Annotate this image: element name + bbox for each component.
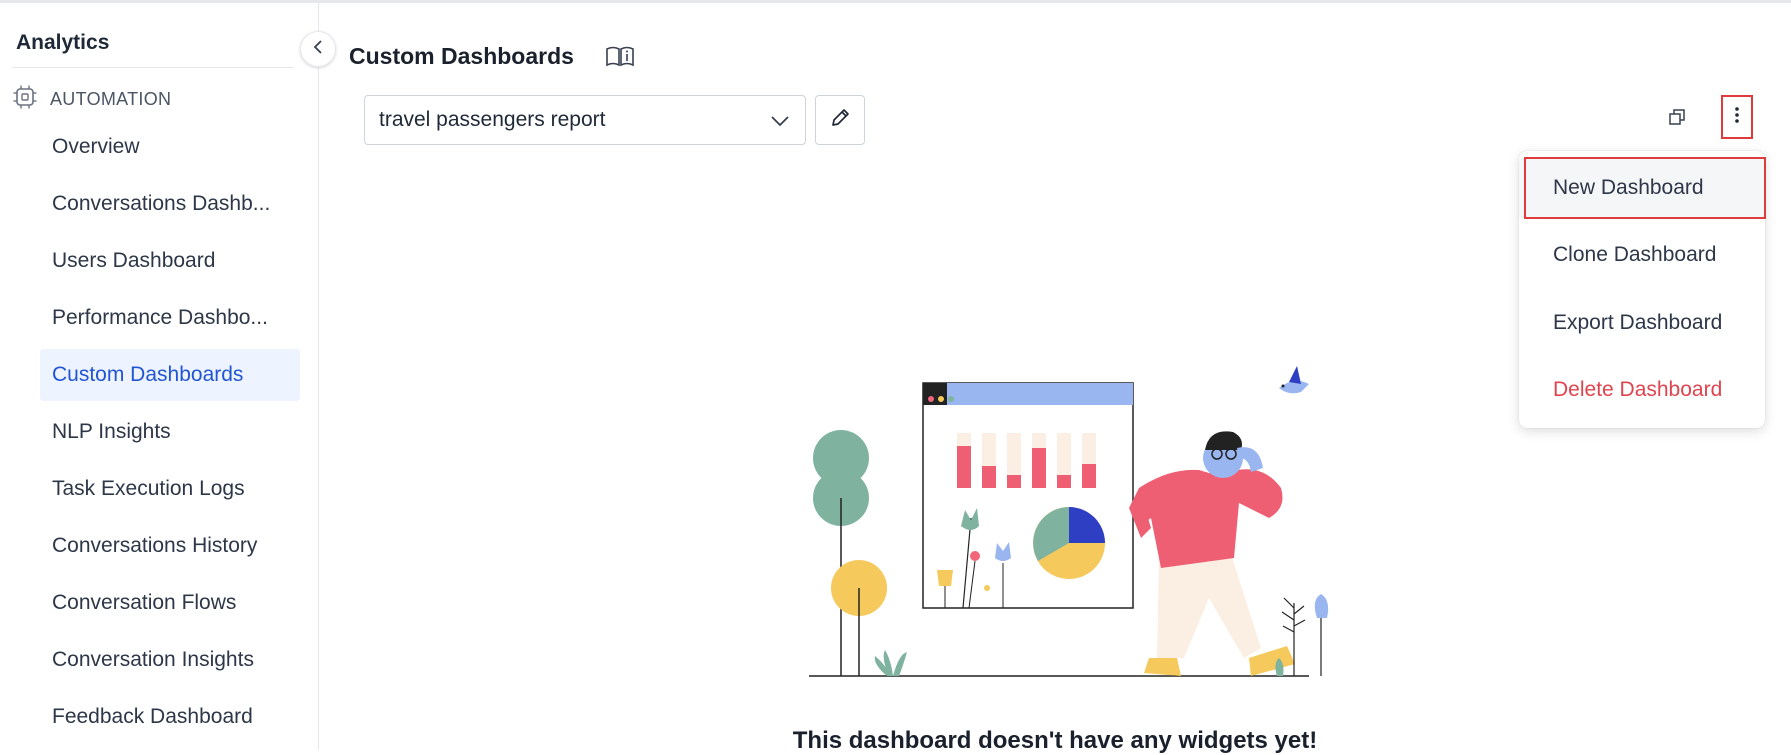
sidebar-item-users-dashboard[interactable]: Users Dashboard <box>40 235 300 287</box>
page-title: Custom Dashboards <box>349 43 574 69</box>
more-options-button[interactable] <box>1721 95 1753 139</box>
restore-window-button[interactable] <box>1665 107 1689 131</box>
restore-icon <box>1668 108 1686 131</box>
menu-item-delete-dashboard[interactable]: Delete Dashboard <box>1519 360 1765 420</box>
sidebar-divider <box>12 67 294 68</box>
sidebar-collapse-button[interactable] <box>300 31 336 67</box>
sidebar-section-automation[interactable]: AUTOMATION <box>12 84 171 114</box>
dashboard-select[interactable]: travel passengers report <box>364 95 806 145</box>
empty-state-message: This dashboard doesn't have any widgets … <box>792 727 1318 754</box>
sidebar-item-nlp-insights[interactable]: NLP Insights <box>40 406 300 458</box>
vertical-dots-icon <box>1734 105 1740 130</box>
sidebar-section-label: AUTOMATION <box>50 88 172 109</box>
sidebar: Analytics AUTOMATION Overview Conversati… <box>0 3 319 750</box>
sidebar-item-overview[interactable]: Overview <box>40 121 300 173</box>
sidebar-item-task-execution-logs[interactable]: Task Execution Logs <box>40 463 300 515</box>
book-info-icon[interactable] <box>605 45 635 74</box>
chevron-down-icon <box>769 110 791 137</box>
sidebar-item-feedback-dashboard[interactable]: Feedback Dashboard <box>40 691 300 743</box>
main-content: Custom Dashboards travel passengers repo… <box>319 3 1791 754</box>
menu-item-export-dashboard[interactable]: Export Dashboard <box>1519 293 1765 353</box>
sidebar-item-custom-dashboards[interactable]: Custom Dashboards <box>40 349 300 401</box>
dashboard-select-value: travel passengers report <box>379 108 606 131</box>
edit-dashboard-button[interactable] <box>815 95 865 145</box>
sidebar-nav: Overview Conversations Dashb... Users Da… <box>40 121 300 748</box>
sidebar-title: Analytics <box>16 31 110 54</box>
chevron-left-icon <box>311 39 325 60</box>
sidebar-item-conversation-flows[interactable]: Conversation Flows <box>40 577 300 629</box>
sidebar-item-conversation-insights[interactable]: Conversation Insights <box>40 634 300 686</box>
empty-state-illustration <box>789 358 1349 688</box>
menu-item-new-dashboard[interactable]: New Dashboard <box>1519 158 1765 218</box>
sidebar-item-conversations-history[interactable]: Conversations History <box>40 520 300 572</box>
dashboard-options-menu: New Dashboard Clone Dashboard Export Das… <box>1519 151 1765 428</box>
sidebar-item-performance-dashboard[interactable]: Performance Dashbo... <box>40 292 300 344</box>
menu-item-clone-dashboard[interactable]: Clone Dashboard <box>1519 225 1765 285</box>
pencil-icon <box>829 107 851 134</box>
chip-icon <box>12 84 38 115</box>
sidebar-item-conversations-dashboard[interactable]: Conversations Dashb... <box>40 178 300 230</box>
